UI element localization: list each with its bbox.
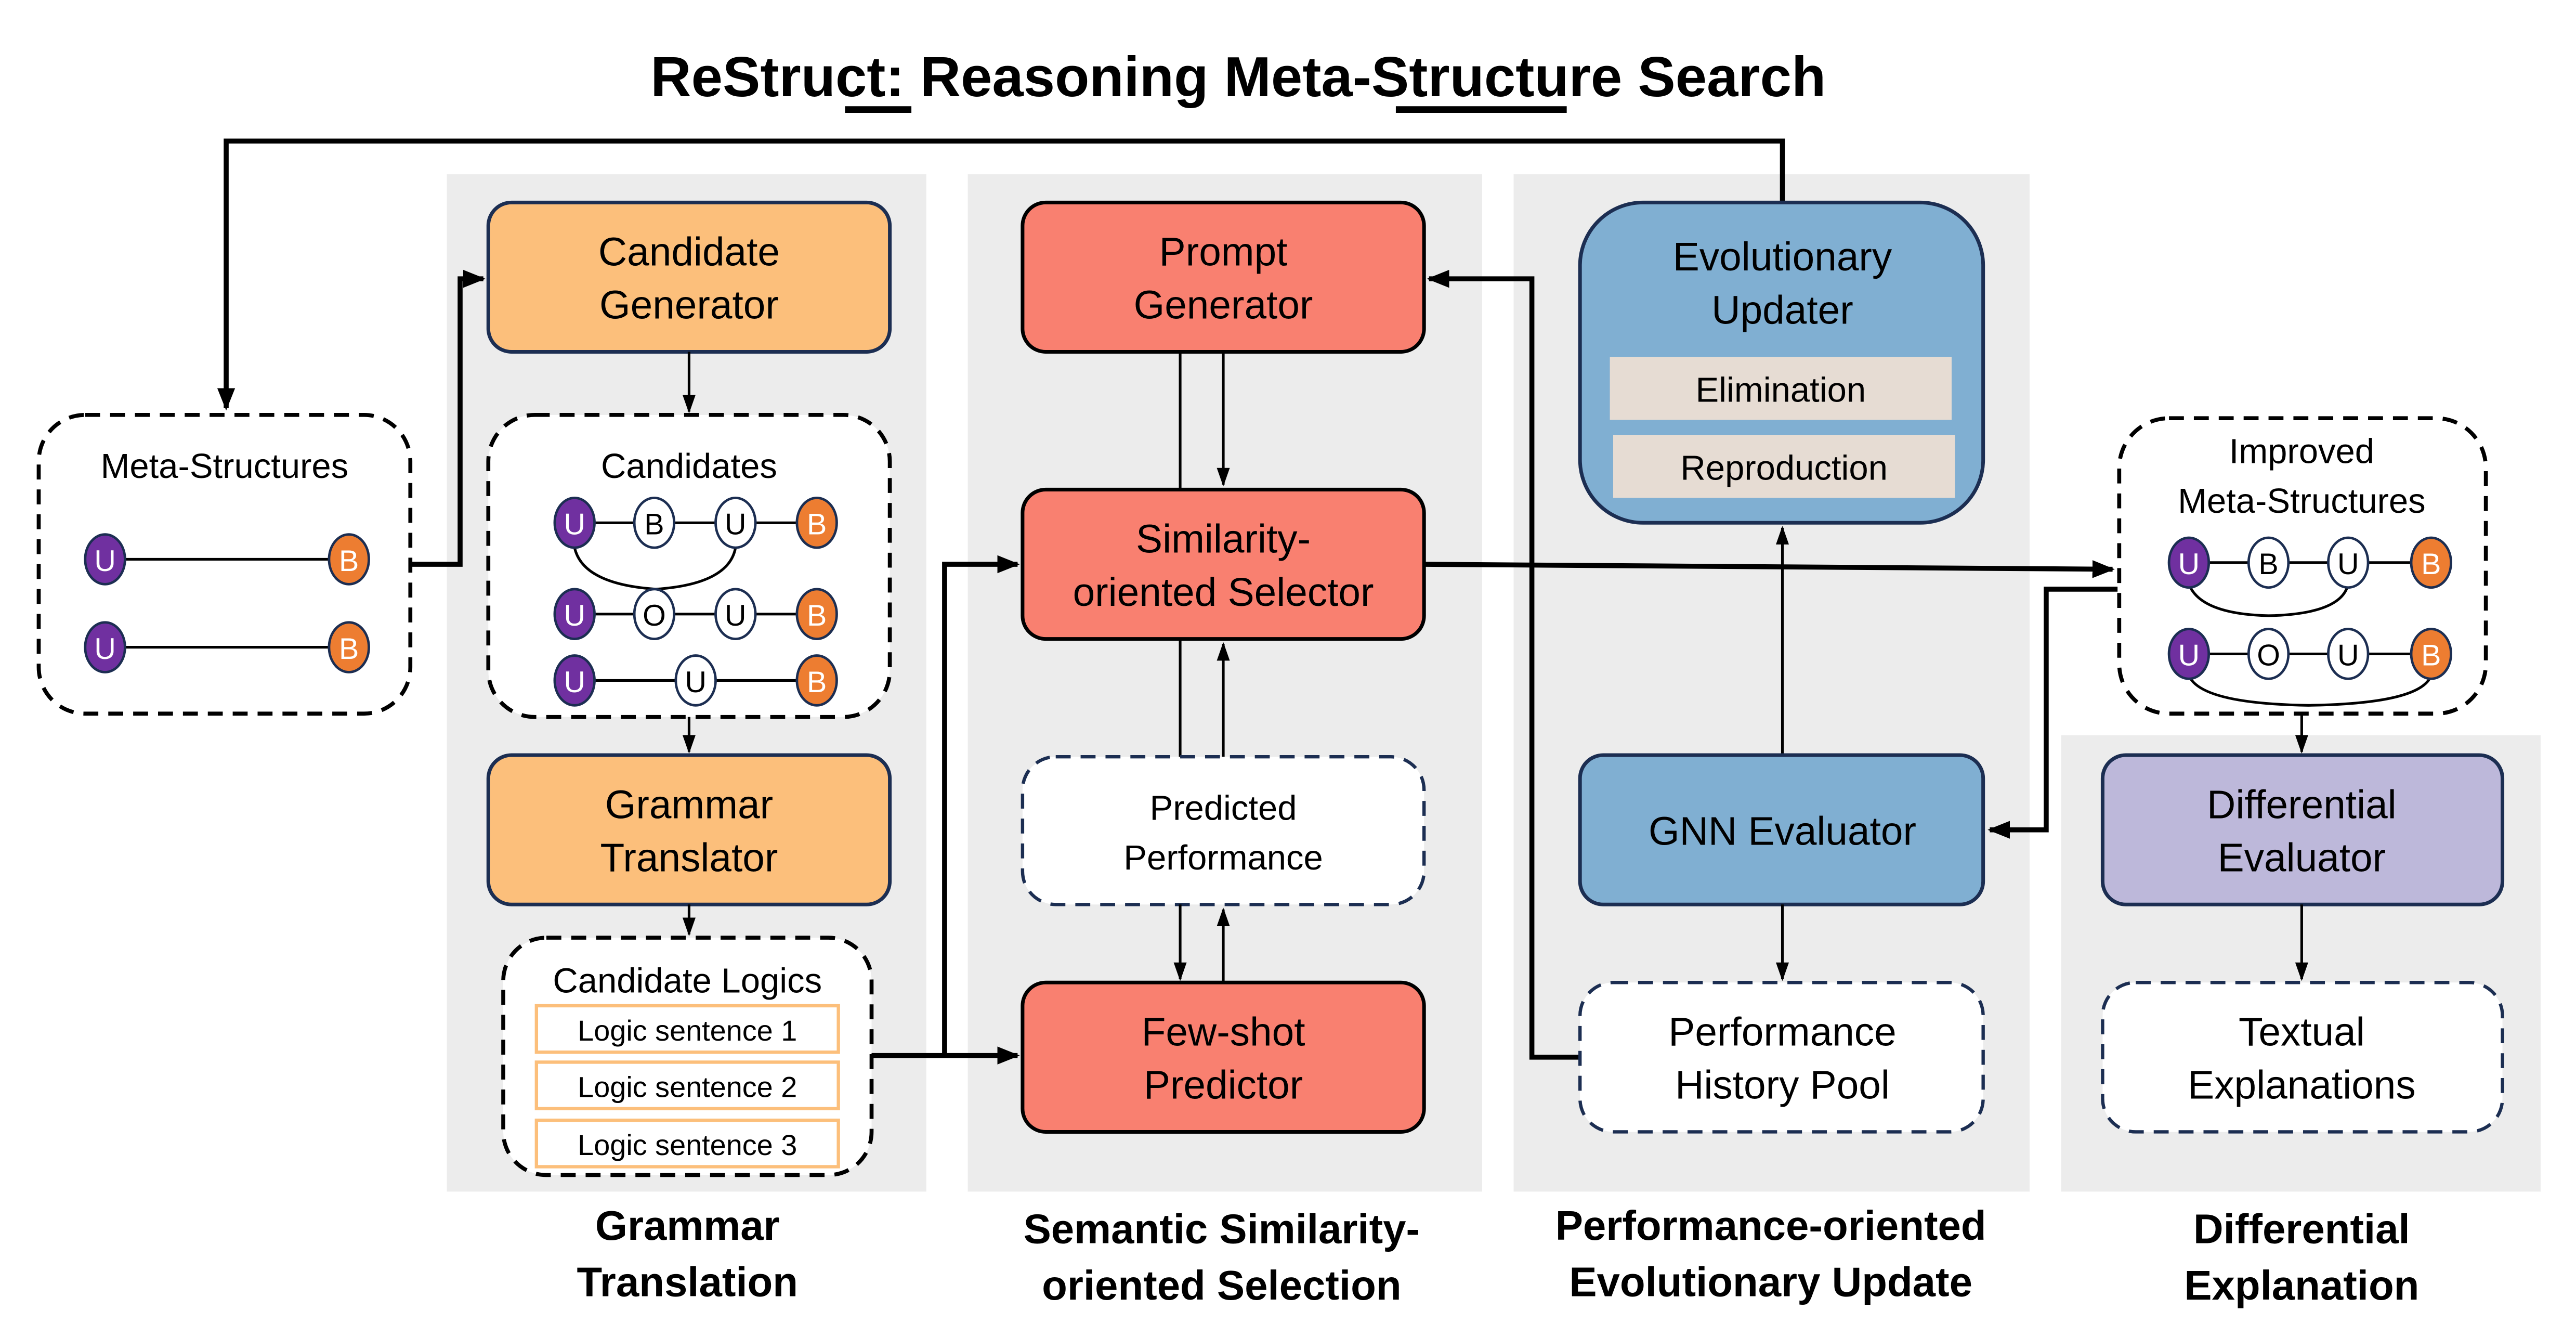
improved-label: Improved [2229, 432, 2374, 471]
svg-text:B: B [339, 544, 359, 578]
few-shot-predictor-box [1021, 980, 1426, 1134]
svg-text:U: U [2337, 639, 2359, 672]
svg-text:U: U [94, 632, 115, 666]
history-pool-label: Performance [1668, 1010, 1896, 1055]
caption-semantic: Semantic Similarity- [1024, 1205, 1420, 1252]
history-pool-label: History Pool [1675, 1063, 1890, 1108]
svg-text:U: U [564, 666, 585, 699]
svg-text:B: B [2258, 548, 2278, 581]
svg-text:B: B [807, 666, 827, 699]
svg-text:B: B [339, 632, 359, 666]
textual-explanations-box [2101, 981, 2504, 1134]
reproduction-label: Reproduction [1680, 448, 1888, 487]
svg-text:Logic sentence 3: Logic sentence 3 [578, 1129, 797, 1161]
caption-differential: Explanation [2184, 1262, 2419, 1308]
svg-text:O: O [643, 599, 666, 632]
elimination-label: Elimination [1695, 370, 1866, 409]
caption-differential: Differential [2193, 1205, 2410, 1252]
history-pool-box [1578, 981, 1985, 1134]
svg-text:B: B [807, 599, 827, 632]
svg-text:U: U [2178, 548, 2200, 581]
prompt-generator-label: Prompt [1159, 230, 1288, 275]
grammar-translator-label: Translator [600, 836, 778, 880]
caption-grammar: Grammar [595, 1202, 780, 1249]
similarity-selector-box [1021, 487, 1426, 641]
svg-text:Logic sentence 1: Logic sentence 1 [578, 1014, 797, 1047]
svg-text:U: U [685, 666, 706, 699]
caption-performance: Performance-oriented [1555, 1202, 1986, 1249]
title-underline-structure [1395, 106, 1567, 113]
evolutionary-updater-label: Updater [1711, 288, 1853, 332]
predicted-performance-label: Predicted [1150, 789, 1297, 828]
svg-text:B: B [807, 508, 827, 541]
prompt-generator-label: Generator [1134, 283, 1313, 328]
grammar-translator-box [486, 753, 892, 906]
candidate-generator-label: Candidate [598, 230, 780, 275]
diagram-title: ReStruct: Reasoning Meta-Structure Searc… [650, 45, 1826, 108]
caption-grammar: Translation [577, 1259, 798, 1305]
few-shot-label: Predictor [1144, 1063, 1303, 1108]
svg-text:Logic sentence 2: Logic sentence 2 [578, 1070, 797, 1103]
selector-label: oriented Selector [1073, 570, 1374, 615]
svg-text:O: O [2257, 639, 2280, 672]
selector-label: Similarity- [1136, 517, 1311, 562]
candidate-generator-box [486, 200, 892, 354]
svg-text:B: B [644, 508, 664, 541]
candidates-label: Candidates [601, 447, 777, 486]
meta-structures-label: Meta-Structures [101, 447, 349, 486]
restruct-diagram: ReStruct: Reasoning Meta-Structure Searc… [36, 45, 2541, 1308]
caption-semantic: oriented Selection [1042, 1262, 1401, 1308]
svg-text:U: U [2337, 548, 2359, 581]
predicted-performance-label: Performance [1123, 838, 1323, 877]
gnn-evaluator-label: GNN Evaluator [1649, 809, 1916, 853]
evolutionary-updater-label: Evolutionary [1673, 235, 1892, 279]
svg-text:U: U [94, 544, 115, 578]
improved-label: Meta-Structures [2178, 482, 2426, 521]
svg-text:U: U [564, 599, 585, 632]
differential-evaluator-label: Differential [2207, 783, 2397, 827]
few-shot-label: Few-shot [1142, 1010, 1305, 1055]
svg-text:B: B [2421, 548, 2441, 581]
svg-text:U: U [564, 508, 585, 541]
caption-performance: Evolutionary Update [1569, 1259, 1972, 1305]
svg-text:U: U [725, 599, 746, 632]
prompt-generator-box [1021, 200, 1426, 354]
textual-explanations-label: Textual [2239, 1010, 2365, 1055]
differential-evaluator-box [2100, 753, 2505, 906]
title-underline-re [845, 106, 912, 113]
differential-evaluator-label: Evaluator [2218, 836, 2386, 880]
grammar-translator-label: Grammar [605, 783, 773, 827]
svg-text:B: B [2421, 639, 2441, 672]
svg-text:U: U [725, 508, 746, 541]
predicted-performance-box [1021, 755, 1426, 906]
candidate-generator-label: Generator [599, 283, 779, 328]
textual-explanations-label: Explanations [2188, 1063, 2416, 1108]
candidate-logics-label: Candidate Logics [553, 961, 822, 1000]
svg-text:U: U [2178, 639, 2200, 672]
